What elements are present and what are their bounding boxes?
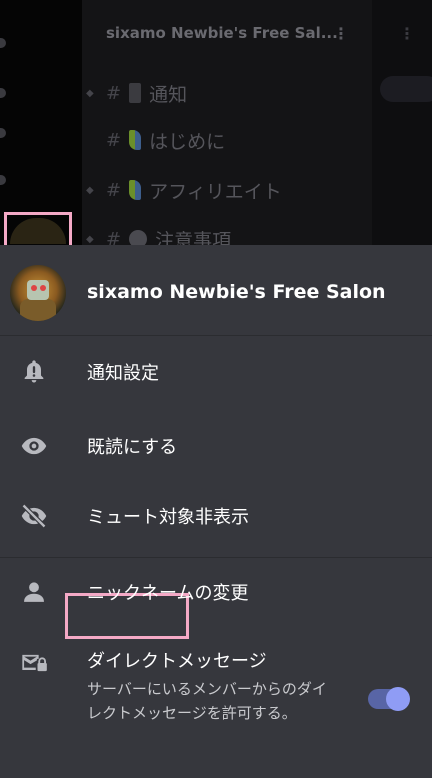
direct-messages-item[interactable]: ダイレクトメッセージ サーバーにいるメンバーからのダイレクトメッセージを許可する… [0,635,432,755]
change-nickname-label: ニックネームの変更 [87,583,249,604]
channel-emoji-icon [129,83,142,103]
eye-icon [21,437,47,455]
notification-settings-label: 通知設定 [87,363,159,384]
direct-messages-label: ダイレクトメッセージ [87,651,267,672]
unread-indicator [0,175,6,185]
channel-name: 通知 [149,83,188,106]
channel-item[interactable]: ◆ # アフィリエイト [86,175,282,205]
hide-muted-channels-item[interactable]: ミュート対象非表示 [0,485,432,547]
hash-icon: # [106,179,122,201]
channel-name: アフィリエイト [149,180,282,203]
mark-as-read-label: 既読にする [87,437,178,458]
server-avatar [10,265,66,321]
avatar-art [31,285,37,291]
eye-off-icon [21,503,47,529]
hide-muted-channels-label: ミュート対象非表示 [87,507,249,528]
person-icon [24,582,44,602]
channel-name: はじめに [149,130,226,153]
more-options-icon-secondary[interactable]: ⋮ [399,24,415,43]
toggle-knob [386,687,410,711]
screen: sixamo Newbie's Free Sal... ⋮ ⋮ ◆ # 通知 #… [0,0,432,778]
bell-icon [24,360,44,383]
more-options-icon[interactable]: ⋮ [333,24,349,43]
server-rail [0,0,82,245]
channel-item[interactable]: ◆ # 通知 [86,78,187,108]
server-options-sheet: sixamo Newbie's Free Salon 通知設定 既読にする ミュ… [0,245,432,778]
mail-lock-icon [22,654,47,672]
side-pill [380,76,432,102]
avatar-art [40,285,46,291]
unread-indicator [0,88,6,98]
hash-icon: # [106,129,122,151]
unread-indicator [0,38,6,48]
divider [0,557,432,558]
hash-icon: # [106,82,122,104]
beginner-mark-icon [129,180,142,200]
avatar-art [20,299,56,321]
collapse-arrow-icon: ◆ [86,233,94,245]
sheet-header: sixamo Newbie's Free Salon [0,245,432,335]
change-nickname-item[interactable]: ニックネームの変更 [0,561,432,623]
server-name-header[interactable]: sixamo Newbie's Free Sal... [106,24,338,42]
direct-messages-description: サーバーにいるメンバーからのダイレクトメッセージを許可する。 [87,680,327,722]
collapse-arrow-icon: ◆ [86,184,94,196]
server-title: sixamo Newbie's Free Salon [87,281,386,303]
direct-messages-toggle[interactable] [368,687,410,711]
mark-as-read-item[interactable]: 既読にする [0,415,432,477]
unread-indicator [0,128,6,138]
channel-item[interactable]: # はじめに [86,125,225,155]
beginner-mark-icon [129,130,142,150]
avatar-art [27,280,49,300]
divider [0,335,432,336]
notification-settings-item[interactable]: 通知設定 [0,341,432,403]
collapse-arrow-icon: ◆ [86,87,94,99]
